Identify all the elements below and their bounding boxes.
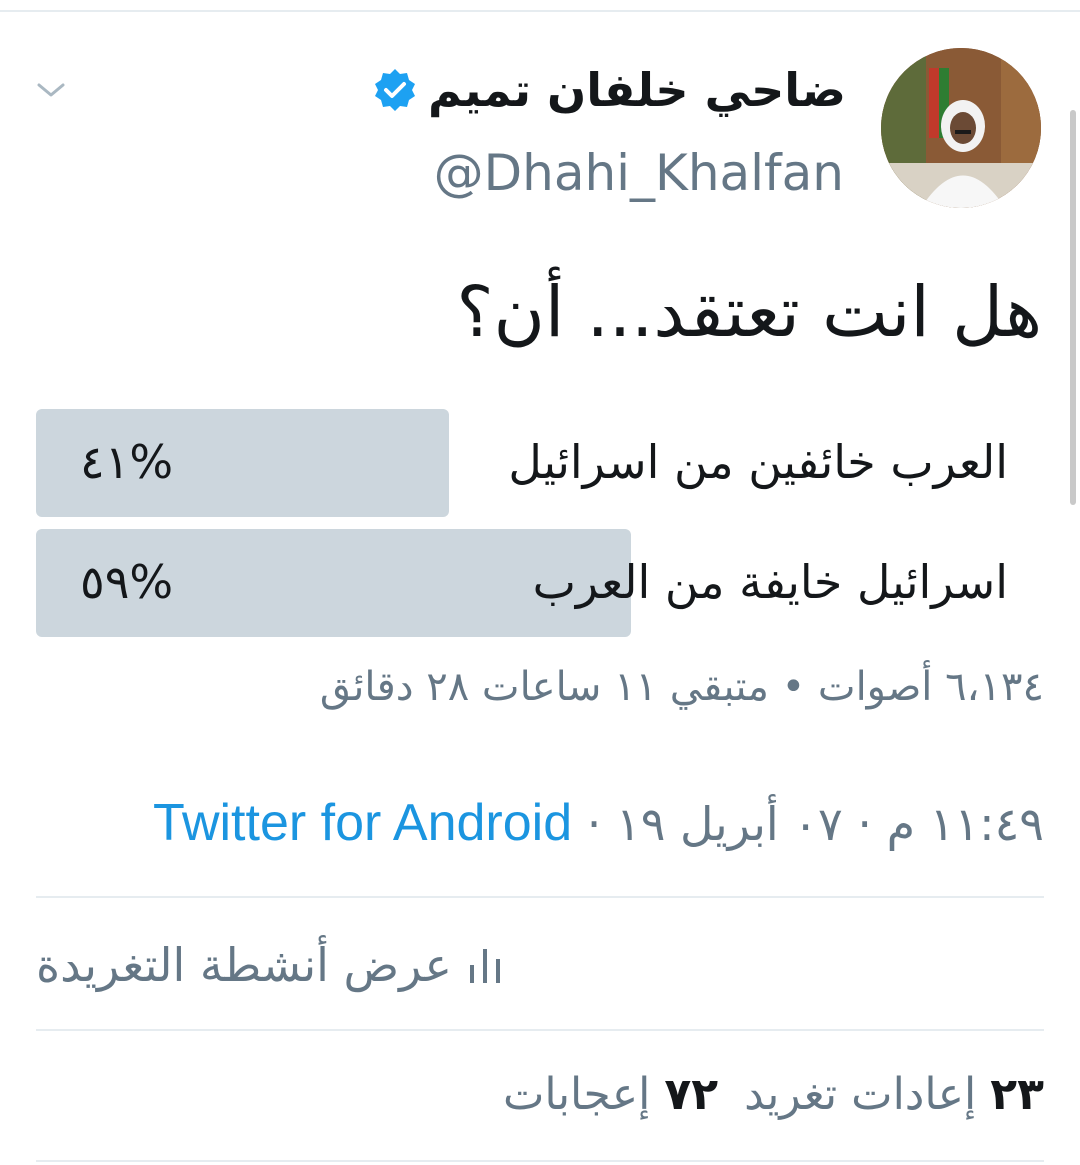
user-handle[interactable]: @Dhahi_Khalfan bbox=[434, 140, 844, 206]
divider bbox=[36, 1029, 1044, 1031]
likes-label: إعجابات bbox=[502, 1069, 651, 1120]
poll-option-percent: %٥٩ bbox=[80, 555, 174, 609]
poll-option-1: العرب خائفين من اسرائيل %٤١ bbox=[36, 409, 1044, 517]
poll-option-label: العرب خائفين من اسرائيل bbox=[508, 435, 1008, 489]
likes-stat[interactable]: ٧٢ إعجابات bbox=[503, 1069, 718, 1120]
poll-option-label: اسرائيل خايفة من العرب bbox=[532, 555, 1008, 609]
display-name[interactable]: ضاحي خلفان تميم bbox=[372, 60, 846, 120]
tweet-text: هل انت تعتقد... أن؟ bbox=[456, 271, 1042, 353]
divider bbox=[36, 896, 1044, 898]
display-name-text: ضاحي خلفان تميم bbox=[428, 63, 846, 117]
view-tweet-activity-label: عرض أنشطة التغريدة bbox=[36, 938, 452, 992]
scrollbar[interactable] bbox=[1070, 110, 1076, 505]
view-tweet-activity-button[interactable]: عرض أنشطة التغريدة bbox=[36, 930, 502, 1000]
likes-count: ٧٢ bbox=[664, 1069, 719, 1120]
poll-meta: ٦،١٣٤ أصوات • متبقي ١١ ساعات ٢٨ دقائق bbox=[319, 664, 1044, 710]
timestamp-row: ١١:٤٩ م · ٠٧ أبريل ١٩ · Twitter for Andr… bbox=[153, 788, 1044, 859]
verified-badge-icon bbox=[375, 69, 416, 111]
tweet-timestamp[interactable]: ١١:٤٩ م · ٠٧ أبريل ١٩ · bbox=[587, 797, 1044, 851]
poll-option-2: اسرائيل خايفة من العرب %٥٩ bbox=[36, 529, 1044, 637]
retweets-label: إعادات تغريد bbox=[744, 1069, 977, 1120]
avatar[interactable] bbox=[881, 48, 1041, 208]
tweet-source-link[interactable]: Twitter for Android bbox=[153, 794, 572, 852]
tweet-stats: ٢٣ إعادات تغريد ٧٢ إعجابات bbox=[503, 1060, 1044, 1130]
chevron-down-icon[interactable] bbox=[36, 80, 66, 100]
avatar-image bbox=[881, 48, 1041, 208]
analytics-icon bbox=[470, 949, 500, 983]
retweets-stat[interactable]: ٢٣ إعادات تغريد bbox=[744, 1069, 1044, 1120]
retweets-count: ٢٣ bbox=[990, 1069, 1044, 1120]
top-divider bbox=[0, 10, 1080, 12]
poll-option-percent: %٤١ bbox=[80, 435, 174, 489]
divider bbox=[36, 1160, 1044, 1162]
